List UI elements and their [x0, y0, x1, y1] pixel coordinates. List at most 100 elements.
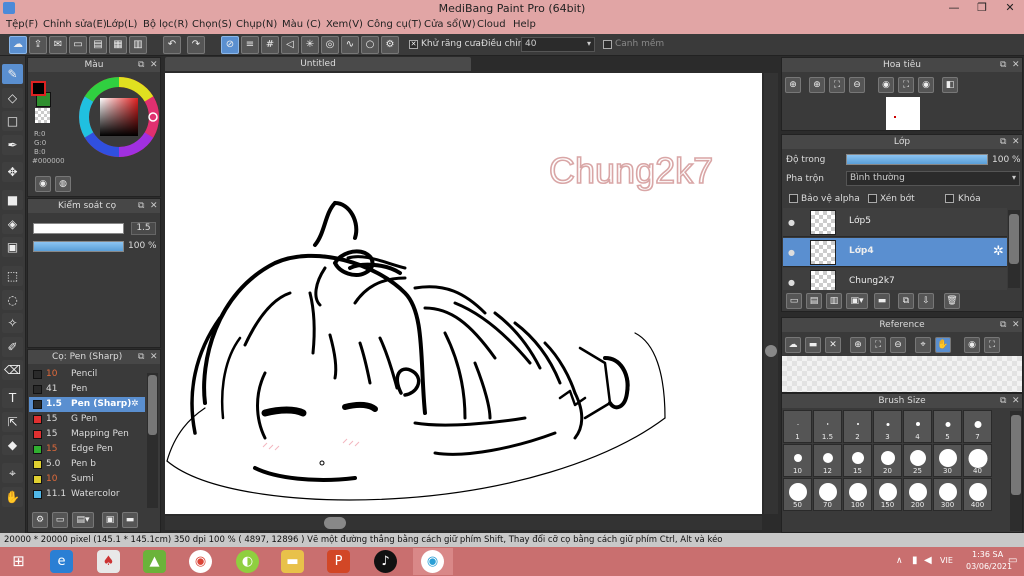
flip-icon[interactable]: ◧ — [942, 77, 958, 93]
layer-menu-icon[interactable]: ▣▾ — [846, 293, 868, 309]
popout-icon[interactable]: ⧉ — [138, 58, 144, 72]
brush-list-item[interactable]: 15 Mapping Pen — [29, 427, 145, 442]
menu-view[interactable]: Xem(V) — [326, 19, 363, 30]
reference-rotate-icon[interactable]: ◉ — [964, 337, 980, 353]
brush-size-cell[interactable]: 30 — [933, 444, 962, 477]
brush-size-cell[interactable]: 10 — [783, 444, 812, 477]
brush-list-item[interactable]: 15 Edge Pen — [29, 442, 145, 457]
reference-cloud-icon[interactable]: ☁ — [785, 337, 801, 353]
brush-size-cell[interactable]: 3 — [873, 410, 902, 443]
close-icon[interactable]: ✕ — [1012, 135, 1020, 149]
reference-view[interactable] — [782, 356, 1022, 392]
reset-rotation-icon[interactable]: ⛶ — [898, 77, 914, 93]
menu-layer[interactable]: Lớp(L) — [106, 19, 137, 30]
color-wheel[interactable] — [78, 76, 160, 158]
snap-settings-icon[interactable]: ⚙ — [381, 36, 399, 54]
snap-soft-checkbox[interactable] — [603, 40, 612, 49]
restore-button[interactable]: ❐ — [968, 0, 996, 17]
protect-alpha-checkbox[interactable] — [789, 194, 798, 203]
network-icon[interactable]: ▮ — [912, 555, 918, 566]
new-page-icon[interactable]: ▭ — [69, 36, 87, 54]
brush-tool-icon[interactable]: ✎ — [2, 64, 23, 84]
drawing-canvas[interactable]: Chung2k7 — [165, 73, 762, 514]
taskbar-active-app[interactable]: ◉ — [413, 548, 453, 575]
layer-folder-icon[interactable]: ▬ — [874, 293, 890, 309]
rotate-left-icon[interactable]: ◉ — [878, 77, 894, 93]
grid-page-icon[interactable]: ▥ — [129, 36, 147, 54]
layer-settings-gear-icon[interactable]: ✲ — [993, 244, 1004, 259]
undo-icon[interactable]: ↶ — [163, 36, 181, 54]
reference-close-icon[interactable]: ✕ — [825, 337, 841, 353]
vanishing-snap-icon[interactable]: ◁ — [281, 36, 299, 54]
language-indicator[interactable]: VIE — [940, 556, 953, 565]
brush-list-item[interactable]: 10 Sumi — [29, 472, 145, 487]
brush-opacity-slider[interactable] — [33, 241, 124, 252]
menu-capture[interactable]: Chụp(N) — [236, 19, 277, 30]
brush-list-item[interactable]: 41 Pen — [29, 382, 145, 397]
gradient-tool-icon[interactable]: ▣ — [2, 237, 23, 257]
adjust-select[interactable]: 40 ▾ — [521, 37, 595, 52]
powerpoint-icon[interactable]: P — [327, 550, 350, 573]
brush-copy-icon[interactable]: ▣ — [102, 512, 118, 528]
antialias-checkbox[interactable]: ✕ — [409, 40, 418, 49]
menu-help[interactable]: Help — [513, 19, 536, 30]
delete-layer-icon[interactable]: 🗑 — [944, 293, 960, 309]
layer-list-scroll-thumb[interactable] — [1009, 214, 1019, 264]
zoom-out-icon[interactable]: ⊖ — [849, 77, 865, 93]
radial-snap-icon[interactable]: ✳ — [301, 36, 319, 54]
add-brush-icon[interactable]: ▭ — [52, 512, 68, 528]
bucket-tool-icon[interactable]: ◈ — [2, 214, 23, 234]
popout-icon[interactable]: ⧉ — [138, 199, 144, 213]
fill-rect-tool-icon[interactable]: ■ — [2, 190, 23, 210]
brush-size-scroll-thumb[interactable] — [1011, 415, 1021, 495]
eraser-tool-icon[interactable]: ◇ — [2, 88, 23, 108]
brush-size-cell[interactable]: 50 — [783, 478, 812, 511]
new-8bit-layer-icon[interactable]: ▥ — [826, 293, 842, 309]
primary-color-swatch[interactable] — [31, 81, 46, 96]
menu-edit[interactable]: Chỉnh sửa(E) — [43, 19, 107, 30]
brush-size-cell[interactable]: 20 — [873, 444, 902, 477]
brush-settings-gear-icon[interactable]: ✲ — [131, 397, 139, 412]
layer-row[interactable]: ● Lớp4 ✲ — [783, 238, 1007, 267]
transparent-swatch[interactable] — [35, 108, 50, 123]
menu-select[interactable]: Chọn(S) — [192, 19, 232, 30]
file-explorer-icon[interactable]: ▬ — [281, 550, 304, 573]
layer-opacity-slider[interactable] — [846, 154, 988, 165]
curve-snap-icon[interactable]: ∿ — [341, 36, 359, 54]
brush-list-item[interactable]: 11.1 Watercolor — [29, 487, 145, 502]
eyedropper-icon[interactable]: ⌖ — [2, 463, 23, 483]
popout-icon[interactable]: ⧉ — [138, 350, 144, 364]
cross-snap-icon[interactable]: # — [261, 36, 279, 54]
select-tool-icon[interactable]: ⬚ — [2, 266, 23, 286]
reference-open-icon[interactable]: ▬ — [805, 337, 821, 353]
tiktok-icon[interactable]: ♪ — [374, 550, 397, 573]
coccoc-icon[interactable]: ◐ — [236, 550, 259, 573]
zoom-in-icon[interactable]: ⊕ — [809, 77, 825, 93]
clipping-checkbox[interactable] — [868, 194, 877, 203]
menu-cloud[interactable]: Cloud — [477, 19, 506, 30]
horizontal-scrollbar[interactable] — [165, 516, 762, 530]
layer-list-scrollbar[interactable] — [1008, 210, 1020, 288]
color-palette-icon[interactable]: ◉ — [35, 176, 51, 192]
brush-size-scrollbar[interactable] — [1010, 411, 1022, 531]
brush-size-cell[interactable]: 4 — [903, 410, 932, 443]
snap-off-icon[interactable]: ⊘ — [221, 36, 239, 54]
brush-size-cell[interactable]: 70 — [813, 478, 842, 511]
menu-color[interactable]: Màu (C) — [282, 19, 321, 30]
brush-list-item[interactable]: 15 G Pen — [29, 412, 145, 427]
layer-row[interactable]: ● Lớp5 — [783, 208, 1007, 237]
circle-snap-icon[interactable]: ◎ — [321, 36, 339, 54]
brush-size-cell[interactable]: 7 — [963, 410, 992, 443]
brush-size-cell[interactable]: 2 — [843, 410, 872, 443]
brush-settings-icon[interactable]: ⚙ — [32, 512, 48, 528]
minimize-button[interactable]: — — [940, 0, 968, 17]
brush-list-scrollbar[interactable] — [147, 373, 158, 508]
popout-icon[interactable]: ⧉ — [1000, 135, 1006, 149]
magic-wand-icon[interactable]: ✧ — [2, 313, 23, 333]
reference-zoom-in-icon[interactable]: ⊕ — [850, 337, 866, 353]
page-icon[interactable]: ▤ — [89, 36, 107, 54]
reference-zoom-out-icon[interactable]: ⊖ — [890, 337, 906, 353]
close-icon[interactable]: ✕ — [150, 199, 158, 213]
close-icon[interactable]: ✕ — [1012, 58, 1020, 72]
close-button[interactable]: ✕ — [996, 0, 1024, 17]
